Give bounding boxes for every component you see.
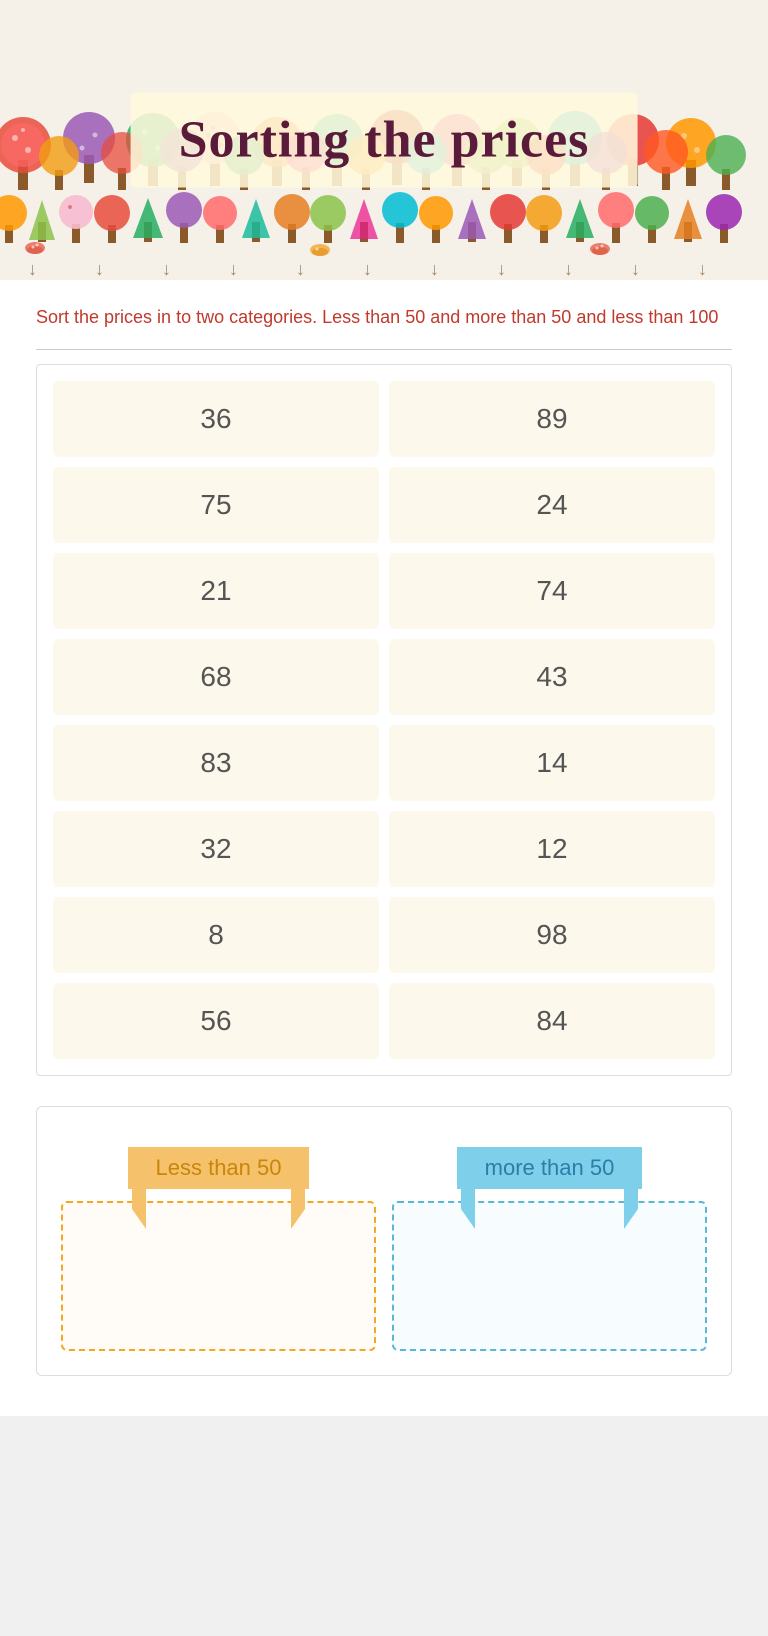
number-grid-container: 3689752421746843831432128985684: [36, 364, 732, 1076]
main-content: Sort the prices in to two categories. Le…: [0, 280, 768, 1416]
divider: [36, 349, 732, 350]
number-card-8[interactable]: 8: [53, 897, 379, 973]
number-card-14[interactable]: 14: [389, 725, 715, 801]
number-card-24[interactable]: 24: [389, 467, 715, 543]
number-card-32[interactable]: 32: [53, 811, 379, 887]
number-card-75[interactable]: 75: [53, 467, 379, 543]
more-than-50-zone: more than 50: [384, 1127, 715, 1351]
svg-text:↓: ↓: [28, 259, 37, 279]
less-than-50-drop-zone[interactable]: [61, 1201, 376, 1351]
svg-text:↓: ↓: [430, 259, 439, 279]
number-card-84[interactable]: 84: [389, 983, 715, 1059]
svg-text:↓: ↓: [497, 259, 506, 279]
number-card-43[interactable]: 43: [389, 639, 715, 715]
svg-text:↓: ↓: [631, 259, 640, 279]
sort-section: Less than 50 more than 50: [36, 1106, 732, 1376]
sort-zones: Less than 50 more than 50: [53, 1127, 715, 1351]
svg-text:↓: ↓: [296, 259, 305, 279]
more-than-50-label: more than 50: [457, 1147, 643, 1189]
less-than-50-label-wrapper: Less than 50: [53, 1147, 384, 1189]
number-card-12[interactable]: 12: [389, 811, 715, 887]
svg-text:↓: ↓: [698, 259, 707, 279]
number-card-56[interactable]: 56: [53, 983, 379, 1059]
number-card-68[interactable]: 68: [53, 639, 379, 715]
number-card-89[interactable]: 89: [389, 381, 715, 457]
svg-text:↓: ↓: [564, 259, 573, 279]
more-than-50-label-wrapper: more than 50: [384, 1147, 715, 1189]
number-card-83[interactable]: 83: [53, 725, 379, 801]
less-than-50-label: Less than 50: [128, 1147, 310, 1189]
page-header: ↓ ↓ ↓ ↓ ↓ ↓ ↓ ↓ ↓ ↓ ↓ Sorting the prices: [0, 0, 768, 280]
svg-text:↓: ↓: [95, 259, 104, 279]
svg-text:↓: ↓: [363, 259, 372, 279]
number-grid: 3689752421746843831432128985684: [53, 381, 715, 1059]
number-card-36[interactable]: 36: [53, 381, 379, 457]
footer-space: [0, 1416, 768, 1636]
number-card-21[interactable]: 21: [53, 553, 379, 629]
number-card-98[interactable]: 98: [389, 897, 715, 973]
page-title: Sorting the prices: [179, 111, 590, 170]
title-banner: Sorting the prices: [131, 93, 638, 188]
svg-text:↓: ↓: [162, 259, 171, 279]
less-than-50-zone: Less than 50: [53, 1127, 384, 1351]
instructions-text: Sort the prices in to two categories. Le…: [36, 304, 732, 331]
number-card-74[interactable]: 74: [389, 553, 715, 629]
svg-text:↓: ↓: [229, 259, 238, 279]
more-than-50-drop-zone[interactable]: [392, 1201, 707, 1351]
